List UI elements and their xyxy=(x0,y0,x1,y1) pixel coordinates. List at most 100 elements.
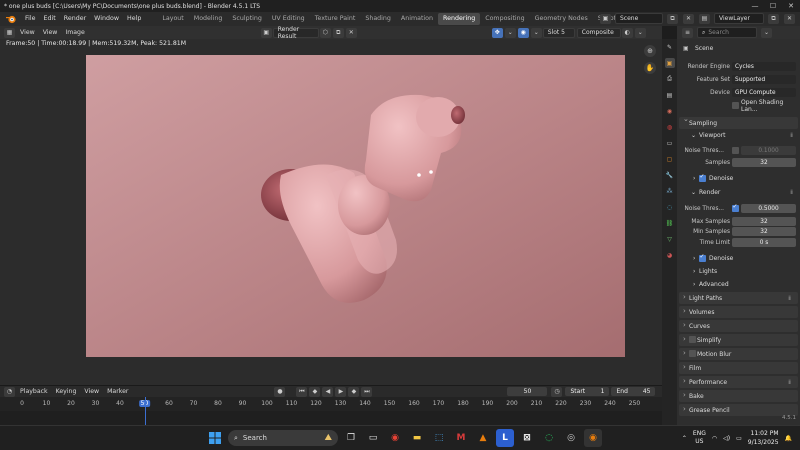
file-explorer-icon[interactable]: ▬ xyxy=(408,429,426,447)
scene-delete-icon[interactable]: ✕ xyxy=(683,13,694,24)
tab-sculpting[interactable]: Sculpting xyxy=(227,13,266,25)
physics-tab-icon[interactable]: ◌ xyxy=(665,202,675,212)
light-paths-section[interactable]: Light Paths ⁞⁞ xyxy=(679,292,798,304)
tab-texture-paint[interactable]: Texture Paint xyxy=(310,13,361,25)
tab-rendering[interactable]: Rendering xyxy=(438,13,481,25)
object-tab-icon[interactable]: ▢ xyxy=(665,154,675,164)
particles-tab-icon[interactable]: ⁂ xyxy=(665,186,675,196)
curves-section[interactable]: Curves xyxy=(679,320,798,332)
vlc-icon[interactable]: ▲ xyxy=(474,429,492,447)
tab-geometry-nodes[interactable]: Geometry Nodes xyxy=(530,13,593,25)
tab-animation[interactable]: Animation xyxy=(396,13,438,25)
channels-dropdown-icon[interactable]: ⌄ xyxy=(634,27,646,38)
scene-new-icon[interactable]: ⧉ xyxy=(667,13,678,24)
render-chevron-icon[interactable]: ⌄ xyxy=(691,189,696,196)
device-dropdown[interactable]: GPU Compute xyxy=(732,88,796,97)
simplify-section[interactable]: Simplify xyxy=(679,334,798,346)
image-pin-icon[interactable]: ⬡ xyxy=(319,27,331,38)
menu-help[interactable]: Help xyxy=(123,12,145,26)
current-frame-field[interactable]: 50 xyxy=(507,387,548,396)
render-engine-dropdown[interactable]: Cycles xyxy=(732,62,796,71)
chrome-icon[interactable]: ◉ xyxy=(386,429,404,447)
view-layer-tab-icon[interactable]: ▤ xyxy=(665,90,675,100)
language-indicator[interactable]: ENG US xyxy=(693,430,706,446)
tray-overflow-icon[interactable]: ⌃ xyxy=(682,435,687,442)
slot-dropdown[interactable]: Slot 5 xyxy=(542,27,575,38)
viewport-denoise-checkbox[interactable] xyxy=(699,173,706,182)
maximize-button[interactable]: ☐ xyxy=(764,0,782,12)
viewport-samples-field[interactable]: 32 xyxy=(732,158,796,167)
sampling-section[interactable]: Sampling xyxy=(679,115,798,129)
store-icon[interactable]: ⬚ xyxy=(430,429,448,447)
modifier-tab-icon[interactable]: 🔧 xyxy=(665,170,675,180)
auto-keying-icon[interactable]: ● xyxy=(274,386,286,397)
jump-keyframe-forward-icon[interactable]: ◆ xyxy=(348,386,360,397)
lights-subsection[interactable]: Lights xyxy=(699,268,717,275)
close-button[interactable]: ✕ xyxy=(782,0,800,12)
advanced-subsection[interactable]: Advanced xyxy=(699,281,729,288)
gizmo-toggle-icon[interactable]: ✥ xyxy=(491,27,503,38)
simplify-checkbox[interactable] xyxy=(689,336,696,343)
battery-icon[interactable]: ▭ xyxy=(736,435,742,442)
l-app-icon[interactable]: L xyxy=(496,429,514,447)
wifi-icon[interactable]: ◠ xyxy=(712,435,717,442)
collection-tab-icon[interactable]: ▭ xyxy=(665,138,675,148)
overlay-toggle-icon[interactable]: ◉ xyxy=(517,27,529,38)
task-view-icon[interactable]: ❐ xyxy=(342,429,360,447)
motion-blur-checkbox[interactable] xyxy=(689,350,696,357)
viewport-noise-field[interactable]: 0.1000 xyxy=(741,146,796,155)
grease-pencil-section[interactable]: Grease Pencil xyxy=(679,404,798,416)
open-shading-checkbox[interactable] xyxy=(732,102,739,109)
viewport-noise-checkbox[interactable] xyxy=(732,147,739,154)
advanced-chevron-icon[interactable]: › xyxy=(693,281,695,288)
timeline-editor-icon[interactable]: ◔ xyxy=(4,386,15,397)
performance-drag-icon[interactable]: ⁞⁞ xyxy=(788,379,791,386)
start-frame-field[interactable]: Start 1 xyxy=(565,387,610,396)
jump-keyframe-back-icon[interactable]: ◆ xyxy=(309,386,321,397)
preview-range-icon[interactable]: ◷ xyxy=(551,386,563,397)
tab-shading[interactable]: Shading xyxy=(360,13,396,25)
pass-dropdown[interactable]: Composite xyxy=(576,27,621,38)
clock[interactable]: 11:02 PM 9/13/2025 xyxy=(748,429,779,447)
windows-start-icon[interactable] xyxy=(206,429,224,447)
view-layer-delete-icon[interactable]: ✕ xyxy=(784,13,795,24)
render-noise-checkbox[interactable] xyxy=(732,203,739,212)
jump-end-icon[interactable]: ⏭ xyxy=(361,386,373,397)
pan-hand-icon[interactable]: ✋ xyxy=(644,62,656,74)
gizmo-dropdown-icon[interactable]: ⌄ xyxy=(504,27,516,38)
editor-type-icon[interactable]: ▦ xyxy=(4,27,15,38)
image-browse-icon[interactable]: ▣ xyxy=(260,27,272,38)
render-denoise-checkbox[interactable] xyxy=(699,253,706,262)
scene-field[interactable]: Scene xyxy=(615,13,663,24)
end-frame-field[interactable]: End 45 xyxy=(611,387,656,396)
feature-set-dropdown[interactable]: Supported xyxy=(732,75,796,84)
bake-section[interactable]: Bake xyxy=(679,390,798,402)
overlay-dropdown-icon[interactable]: ⌄ xyxy=(530,27,542,38)
menu-edit[interactable]: Edit xyxy=(40,12,60,26)
tab-modeling[interactable]: Modeling xyxy=(189,13,228,25)
scene-browse-icon[interactable]: ▣ xyxy=(600,13,611,24)
menu-view-editor[interactable]: View xyxy=(16,26,39,39)
play-reverse-icon[interactable]: ◀ xyxy=(322,386,334,397)
properties-options-icon[interactable]: ⌄ xyxy=(761,27,772,38)
timeline-track-area[interactable] xyxy=(0,411,662,425)
viewport-drag-icon[interactable]: ⁞⁞ xyxy=(790,132,793,139)
material-tab-icon[interactable]: ◕ xyxy=(665,250,675,260)
widgets-icon[interactable]: ▭ xyxy=(364,429,382,447)
viewport-subsection[interactable]: Viewport xyxy=(699,132,726,139)
notifications-icon[interactable]: 🔔 xyxy=(785,435,792,442)
properties-editor-icon[interactable]: ≡ xyxy=(682,27,693,38)
taskbar-search[interactable]: ⌕ Search ⛰ xyxy=(228,430,338,446)
viewport-chevron-icon[interactable]: ⌄ xyxy=(691,132,696,139)
tab-layout[interactable]: Layout xyxy=(157,13,188,25)
view-layer-new-icon[interactable]: ⧉ xyxy=(768,13,779,24)
world-tab-icon[interactable]: ◍ xyxy=(665,122,675,132)
mcafee-icon[interactable]: M xyxy=(452,429,470,447)
max-samples-field[interactable]: 32 xyxy=(732,217,796,226)
menu-image[interactable]: Image xyxy=(61,26,88,39)
performance-section[interactable]: Performance ⁞⁞ xyxy=(679,376,798,388)
capcut-icon[interactable]: ⊠ xyxy=(518,429,536,447)
image-viewport[interactable]: Frame:50 | Time:00:18.99 | Mem:519.32M, … xyxy=(0,39,662,385)
motion-blur-section[interactable]: Motion Blur xyxy=(679,348,798,360)
image-new-icon[interactable]: ⧉ xyxy=(332,27,344,38)
